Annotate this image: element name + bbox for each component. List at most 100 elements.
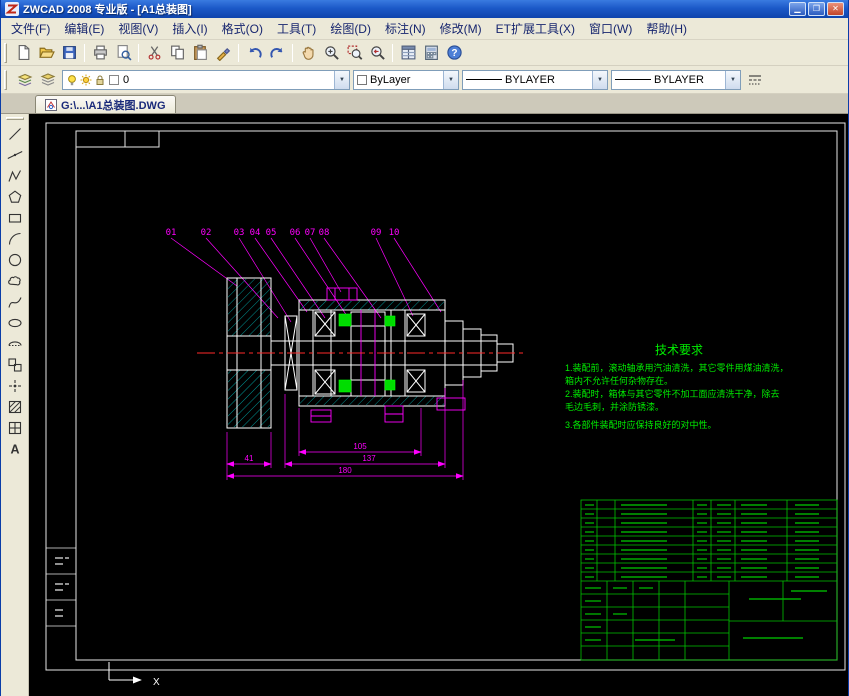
arc-button[interactable] xyxy=(3,228,27,249)
dropdown-arrow-icon[interactable]: ▼ xyxy=(725,70,740,89)
menu-item-9[interactable]: 修改(M) xyxy=(433,17,489,40)
copy-button[interactable] xyxy=(166,42,188,64)
menu-item-1[interactable]: 文件(F) xyxy=(4,17,57,40)
standard-toolbar: ? xyxy=(1,40,848,66)
window-title: ZWCAD 2008 专业版 - [A1总装图] xyxy=(23,4,192,16)
menu-item-6[interactable]: 工具(T) xyxy=(270,17,323,40)
match-properties-icon xyxy=(216,47,230,61)
insert-block-button[interactable] xyxy=(3,354,27,375)
linetype-manager-icon xyxy=(749,74,761,85)
svg-text:10: 10 xyxy=(389,228,400,238)
svg-text:A: A xyxy=(10,442,19,456)
svg-text:02: 02 xyxy=(201,228,212,238)
hatch-button[interactable] xyxy=(3,396,27,417)
help-button[interactable]: ? xyxy=(443,42,465,64)
polyline-button[interactable] xyxy=(3,165,27,186)
menu-item-4[interactable]: 插入(I) xyxy=(165,17,214,40)
svg-text:04: 04 xyxy=(250,228,261,238)
color-select[interactable]: ByLayer ▼ xyxy=(353,69,459,90)
layer-select[interactable]: 0 ▼ xyxy=(62,69,350,90)
svg-text:1.装配前，滚动轴承用汽油清洗，其它零件用煤油清洗，: 1.装配前，滚动轴承用汽油清洗，其它零件用煤油清洗， xyxy=(565,362,789,373)
polygon-button[interactable] xyxy=(3,186,27,207)
print-preview-button[interactable] xyxy=(112,42,134,64)
svg-text:3.各部件装配时应保持良好的对中性。: 3.各部件装配时应保持良好的对中性。 xyxy=(565,419,717,430)
menu-item-11[interactable]: 窗口(W) xyxy=(582,17,639,40)
svg-text:05: 05 xyxy=(266,228,277,238)
arc-icon xyxy=(8,232,21,245)
region-icon xyxy=(8,421,21,434)
drawing-canvas[interactable]: 01 02 03 04 05 06 07 08 09 10 105 41 137… xyxy=(29,114,848,696)
dropdown-arrow-icon[interactable]: ▼ xyxy=(334,70,349,89)
print-icon xyxy=(93,45,107,60)
toolbar-drag-handle[interactable] xyxy=(4,69,7,90)
ellipse-button[interactable] xyxy=(3,312,27,333)
rectangle-button[interactable] xyxy=(3,207,27,228)
spline-icon xyxy=(7,296,22,308)
svg-text:01: 01 xyxy=(166,228,177,238)
new-button[interactable] xyxy=(12,42,34,64)
toolbar-drag-handle[interactable] xyxy=(5,117,24,120)
zoom-previous-button[interactable] xyxy=(366,42,388,64)
open-button[interactable] xyxy=(35,42,57,64)
paste-button[interactable] xyxy=(189,42,211,64)
dropdown-arrow-icon[interactable]: ▼ xyxy=(443,70,458,89)
region-button[interactable] xyxy=(3,417,27,438)
zoom-realtime-button[interactable] xyxy=(320,42,342,64)
undo-button[interactable] xyxy=(243,42,265,64)
linetype-select[interactable]: BYLAYER ▼ xyxy=(462,69,608,90)
line-button[interactable] xyxy=(3,123,27,144)
polyline-icon xyxy=(7,169,21,182)
design-center-icon xyxy=(424,45,438,60)
point-button[interactable] xyxy=(3,375,27,396)
title-block xyxy=(580,499,838,661)
menu-item-10[interactable]: ET扩展工具(X) xyxy=(489,17,582,40)
document-tab[interactable]: G:\...\A1总装图.DWG xyxy=(35,95,176,113)
ellipse-arc-button[interactable] xyxy=(3,333,27,354)
lineweight-value: BYLAYER xyxy=(654,73,704,86)
text-button[interactable]: A xyxy=(3,438,27,459)
make-layer-current-button[interactable] xyxy=(14,69,36,91)
save-button[interactable] xyxy=(58,42,80,64)
svg-text:09: 09 xyxy=(371,228,382,238)
zoom-window-button[interactable] xyxy=(343,42,365,64)
menu-item-8[interactable]: 标注(N) xyxy=(378,17,433,40)
construction-line-button[interactable] xyxy=(3,144,27,165)
layer-value: 0 xyxy=(123,73,130,86)
linetype-manager-button[interactable] xyxy=(744,69,766,91)
layer-manager-icon xyxy=(40,72,56,86)
design-center-button[interactable] xyxy=(420,42,442,64)
title-bar: ZWCAD 2008 专业版 - [A1总装图] ▁ ❐ ✕ xyxy=(1,0,848,18)
text-icon: A xyxy=(10,442,19,456)
menu-item-3[interactable]: 视图(V) xyxy=(111,17,165,40)
menu-item-12[interactable]: 帮助(H) xyxy=(639,17,694,40)
toolbar-drag-handle[interactable] xyxy=(4,42,7,63)
dimension-text: 105 41 137 180 xyxy=(245,442,377,475)
zoom-window-icon xyxy=(347,45,362,60)
svg-text:41: 41 xyxy=(245,454,254,463)
lineweight-select[interactable]: BYLAYER ▼ xyxy=(611,69,741,90)
minimize-button[interactable]: ▁ xyxy=(789,2,806,16)
match-properties-button[interactable] xyxy=(212,42,234,64)
cut-button[interactable] xyxy=(143,42,165,64)
ellipse-icon xyxy=(7,318,22,327)
menu-item-5[interactable]: 格式(O) xyxy=(215,17,270,40)
pan-button[interactable] xyxy=(297,42,319,64)
dwg-file-icon xyxy=(45,98,57,111)
menu-item-2[interactable]: 编辑(E) xyxy=(57,17,111,40)
redo-button[interactable] xyxy=(266,42,288,64)
maximize-button[interactable]: ❐ xyxy=(808,2,825,16)
part-labels: 01 02 03 04 05 06 07 08 09 10 xyxy=(166,228,400,238)
svg-text:08: 08 xyxy=(319,228,330,238)
redo-icon xyxy=(269,47,282,58)
svg-text:2.装配时，箱体与其它零件不加工面应清洗干净，除去: 2.装配时，箱体与其它零件不加工面应清洗干净，除去 xyxy=(565,388,780,399)
new-icon xyxy=(18,45,29,60)
layer-manager-button[interactable] xyxy=(37,69,59,91)
print-button[interactable] xyxy=(89,42,111,64)
dropdown-arrow-icon[interactable]: ▼ xyxy=(592,70,607,89)
revision-cloud-button[interactable] xyxy=(3,270,27,291)
properties-button[interactable] xyxy=(397,42,419,64)
menu-item-7[interactable]: 绘图(D) xyxy=(323,17,378,40)
close-button[interactable]: ✕ xyxy=(827,2,844,16)
circle-button[interactable] xyxy=(3,249,27,270)
spline-button[interactable] xyxy=(3,291,27,312)
